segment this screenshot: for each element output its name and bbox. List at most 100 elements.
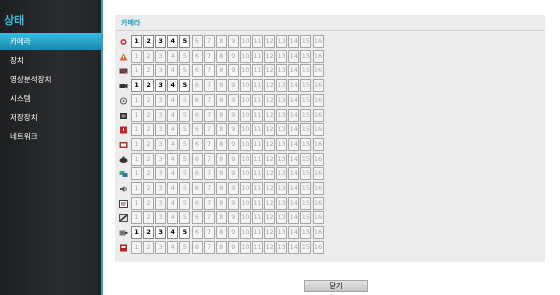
channel-13-button[interactable]: 13 <box>276 79 288 93</box>
channel-4-button[interactable]: 4 <box>167 137 179 151</box>
channel-16-button[interactable]: 16 <box>312 167 324 181</box>
channel-14-button[interactable]: 14 <box>288 79 300 93</box>
channel-7-button[interactable]: 7 <box>203 35 215 48</box>
channel-10-button[interactable]: 10 <box>239 152 251 166</box>
channel-5-button[interactable]: 5 <box>179 182 191 195</box>
channel-7-button[interactable]: 7 <box>203 196 215 210</box>
channel-10-button[interactable]: 10 <box>239 182 251 195</box>
channel-10-button[interactable]: 10 <box>239 226 251 240</box>
channel-1-button[interactable]: 1 <box>131 196 142 210</box>
channel-13-button[interactable]: 13 <box>276 49 288 63</box>
channel-11-button[interactable]: 11 <box>252 167 263 181</box>
channel-6-button[interactable]: 6 <box>191 49 203 63</box>
channel-13-button[interactable]: 13 <box>276 182 288 195</box>
channel-1-button[interactable]: 1 <box>131 152 142 166</box>
channel-2-button[interactable]: 2 <box>143 49 155 63</box>
channel-11-button[interactable]: 11 <box>252 196 263 210</box>
sidebar-item-storage[interactable]: 저장장치 <box>0 109 101 126</box>
channel-12-button[interactable]: 12 <box>264 182 276 195</box>
channel-13-button[interactable]: 13 <box>276 211 288 225</box>
channel-12-button[interactable]: 12 <box>264 211 276 225</box>
channel-2-button[interactable]: 2 <box>143 108 155 122</box>
channel-7-button[interactable]: 7 <box>203 167 215 181</box>
channel-11-button[interactable]: 11 <box>252 240 263 254</box>
channel-12-button[interactable]: 12 <box>264 240 276 254</box>
channel-16-button[interactable]: 16 <box>312 79 324 93</box>
channel-6-button[interactable]: 6 <box>191 196 203 210</box>
channel-9-button[interactable]: 9 <box>227 49 239 63</box>
channel-5-button[interactable]: 5 <box>179 211 191 225</box>
channel-14-button[interactable]: 14 <box>288 93 300 107</box>
channel-14-button[interactable]: 14 <box>288 152 300 166</box>
channel-16-button[interactable]: 16 <box>312 226 324 240</box>
channel-12-button[interactable]: 12 <box>264 35 276 48</box>
channel-15-button[interactable]: 15 <box>300 226 312 240</box>
channel-15-button[interactable]: 15 <box>300 123 312 137</box>
channel-4-button[interactable]: 4 <box>167 167 179 181</box>
channel-7-button[interactable]: 7 <box>203 211 215 225</box>
channel-10-button[interactable]: 10 <box>239 196 251 210</box>
channel-2-button[interactable]: 2 <box>143 152 155 166</box>
channel-16-button[interactable]: 16 <box>312 49 324 63</box>
channel-1-button[interactable]: 1 <box>131 123 142 137</box>
channel-11-button[interactable]: 11 <box>252 79 263 93</box>
channel-8-button[interactable]: 8 <box>215 240 227 254</box>
channel-15-button[interactable]: 15 <box>300 93 312 107</box>
channel-1-button[interactable]: 1 <box>131 211 142 225</box>
channel-11-button[interactable]: 11 <box>252 49 263 63</box>
channel-9-button[interactable]: 9 <box>227 79 239 93</box>
channel-2-button[interactable]: 2 <box>143 123 155 137</box>
channel-1-button[interactable]: 1 <box>131 167 142 181</box>
channel-8-button[interactable]: 8 <box>215 226 227 240</box>
channel-9-button[interactable]: 9 <box>227 108 239 122</box>
channel-9-button[interactable]: 9 <box>227 240 239 254</box>
channel-11-button[interactable]: 11 <box>252 93 263 107</box>
channel-8-button[interactable]: 8 <box>215 79 227 93</box>
channel-13-button[interactable]: 13 <box>276 226 288 240</box>
channel-11-button[interactable]: 11 <box>252 137 263 151</box>
channel-7-button[interactable]: 7 <box>203 240 215 254</box>
channel-11-button[interactable]: 11 <box>252 152 263 166</box>
channel-15-button[interactable]: 15 <box>300 240 312 254</box>
channel-14-button[interactable]: 14 <box>288 167 300 181</box>
channel-14-button[interactable]: 14 <box>288 211 300 225</box>
channel-3-button[interactable]: 3 <box>155 137 167 151</box>
channel-14-button[interactable]: 14 <box>288 49 300 63</box>
channel-7-button[interactable]: 7 <box>203 49 215 63</box>
channel-13-button[interactable]: 13 <box>276 240 288 254</box>
channel-15-button[interactable]: 15 <box>300 182 312 195</box>
channel-14-button[interactable]: 14 <box>288 137 300 151</box>
channel-4-button[interactable]: 4 <box>167 196 179 210</box>
channel-6-button[interactable]: 6 <box>191 123 203 137</box>
channel-16-button[interactable]: 16 <box>312 35 324 48</box>
channel-2-button[interactable]: 2 <box>143 79 155 93</box>
channel-12-button[interactable]: 12 <box>264 137 276 151</box>
channel-10-button[interactable]: 10 <box>239 240 251 254</box>
channel-12-button[interactable]: 12 <box>264 108 276 122</box>
channel-5-button[interactable]: 5 <box>179 49 191 63</box>
channel-3-button[interactable]: 3 <box>155 167 167 181</box>
channel-4-button[interactable]: 4 <box>167 79 179 93</box>
channel-4-button[interactable]: 4 <box>167 49 179 63</box>
channel-1-button[interactable]: 1 <box>131 182 142 195</box>
channel-2-button[interactable]: 2 <box>143 240 155 254</box>
channel-10-button[interactable]: 10 <box>239 64 251 78</box>
channel-16-button[interactable]: 16 <box>312 196 324 210</box>
sidebar-item-system[interactable]: 시스템 <box>0 90 101 107</box>
channel-2-button[interactable]: 2 <box>143 35 155 48</box>
channel-4-button[interactable]: 4 <box>167 240 179 254</box>
channel-13-button[interactable]: 13 <box>276 167 288 181</box>
channel-16-button[interactable]: 16 <box>312 108 324 122</box>
channel-13-button[interactable]: 13 <box>276 152 288 166</box>
channel-2-button[interactable]: 2 <box>143 182 155 195</box>
channel-10-button[interactable]: 10 <box>239 211 251 225</box>
channel-8-button[interactable]: 8 <box>215 93 227 107</box>
channel-1-button[interactable]: 1 <box>131 137 142 151</box>
channel-8-button[interactable]: 8 <box>215 123 227 137</box>
sidebar-item-video-analysis[interactable]: 영상분석장치 <box>0 71 101 88</box>
channel-2-button[interactable]: 2 <box>143 137 155 151</box>
channel-10-button[interactable]: 10 <box>239 93 251 107</box>
channel-8-button[interactable]: 8 <box>215 137 227 151</box>
sidebar-item-device[interactable]: 장치 <box>0 52 101 69</box>
channel-4-button[interactable]: 4 <box>167 226 179 240</box>
